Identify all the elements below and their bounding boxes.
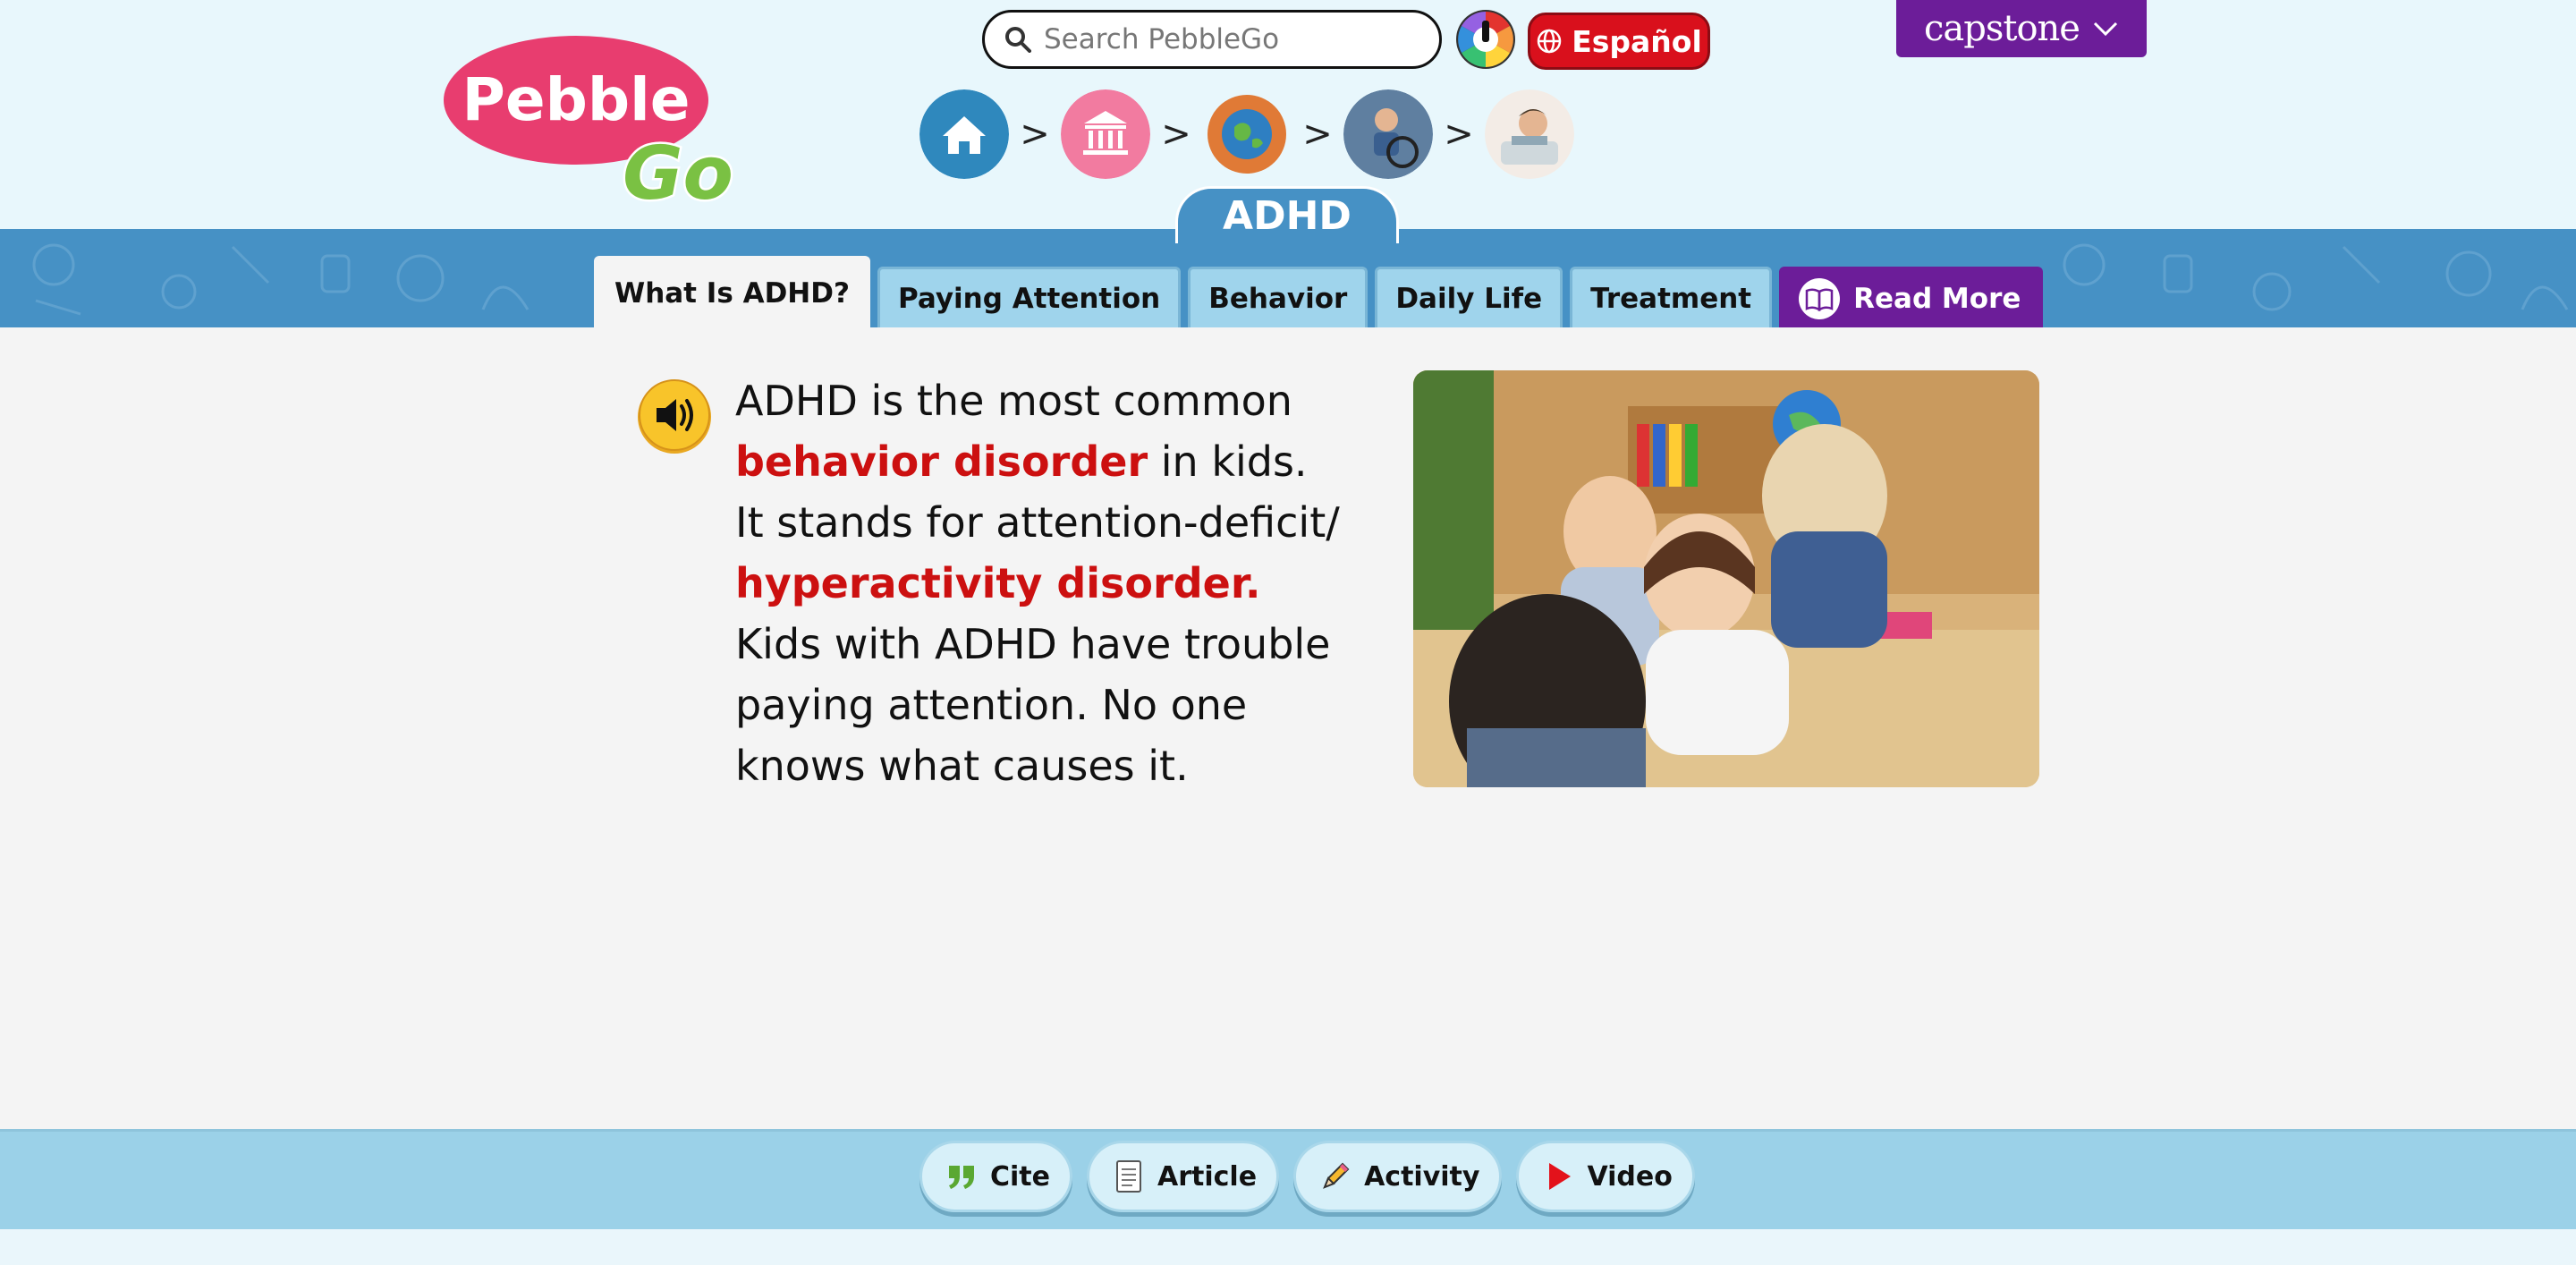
read-more-label: Read More [1853, 282, 2021, 315]
article-line: It stands for attention-deficit/ [735, 498, 1340, 547]
article-line: hyperactivity disorder. [735, 553, 1361, 614]
spinner-wheel-icon[interactable] [1454, 8, 1517, 71]
footer-bottom-strip [0, 1229, 2576, 1265]
breadcrumb-separator: > [1302, 114, 1333, 155]
tab-paying-attention[interactable]: Paying Attention [877, 267, 1182, 327]
cite-label: Cite [990, 1160, 1050, 1193]
video-button[interactable]: Video [1516, 1141, 1695, 1212]
footer-buttons: Cite Article Activity Video [919, 1141, 1695, 1212]
article-button[interactable]: Article [1087, 1141, 1280, 1212]
breadcrumb-world[interactable] [1202, 89, 1292, 179]
search-bar[interactable] [982, 10, 1442, 69]
cite-button[interactable]: Cite [919, 1141, 1072, 1212]
home-icon [919, 89, 1009, 179]
article-photo[interactable] [1413, 370, 2039, 787]
search-icon [1005, 27, 1031, 53]
globe-icon [1537, 29, 1562, 54]
social-studies-icon [1061, 89, 1150, 179]
breadcrumb: > > > > [919, 89, 1574, 179]
glossary-term-behavior-disorder[interactable]: behavior disorder [735, 437, 1148, 486]
activity-button[interactable]: Activity [1293, 1141, 1503, 1212]
glossary-term-hyperactivity-disorder[interactable]: hyperactivity disorder. [735, 559, 1260, 607]
page-title: ADHD [1175, 186, 1399, 243]
tab-behavior[interactable]: Behavior [1188, 267, 1368, 327]
spanish-language-button[interactable]: Español [1528, 13, 1710, 70]
article-line: Kids with ADHD have trouble [735, 620, 1331, 668]
adhd-topic-icon [1485, 89, 1574, 179]
breadcrumb-separator: > [1020, 114, 1050, 155]
breadcrumb-people[interactable] [1343, 89, 1433, 179]
article-line: ADHD is the most common [735, 377, 1292, 425]
breadcrumb-social-studies[interactable] [1061, 89, 1150, 179]
pebblego-logo[interactable]: Pebble Go [444, 32, 748, 211]
video-label: Video [1587, 1160, 1673, 1193]
activity-label: Activity [1364, 1160, 1480, 1193]
document-icon [1116, 1160, 1141, 1193]
article-line: behavior disorder in kids. [735, 431, 1361, 492]
search-input[interactable] [1044, 23, 1419, 55]
tab-what-is-adhd[interactable]: What Is ADHD? [594, 256, 870, 327]
article-line: paying attention. No one [735, 681, 1248, 729]
tab-daily-life[interactable]: Daily Life [1375, 267, 1563, 327]
breadcrumb-home[interactable] [919, 89, 1009, 179]
language-label: Español [1572, 23, 1702, 59]
capstone-label: capstone [1924, 8, 2080, 49]
breadcrumb-separator: > [1444, 114, 1474, 155]
topic-tabs: What Is ADHD? Paying Attention Behavior … [594, 256, 2050, 327]
svg-text:Go: Go [623, 132, 733, 211]
classroom-photo [1413, 370, 2039, 787]
capstone-menu-button[interactable]: capstone [1896, 0, 2147, 57]
pencil-icon [1323, 1162, 1350, 1189]
article-text: ADHD is the most common behavior disorde… [735, 370, 1361, 796]
article-label: Article [1157, 1160, 1258, 1193]
chevron-down-icon [2093, 21, 2118, 37]
speaker-icon[interactable] [635, 376, 714, 456]
book-icon [1799, 277, 1841, 319]
tab-treatment[interactable]: Treatment [1570, 267, 1773, 327]
breadcrumb-adhd[interactable] [1485, 89, 1574, 179]
article-text-segment: in kids. [1148, 437, 1308, 486]
svg-text:Pebble: Pebble [462, 65, 690, 134]
quote-icon [949, 1166, 974, 1189]
tab-read-more[interactable]: Read More [1779, 267, 2044, 327]
article-line: knows what causes it. [735, 742, 1189, 790]
world-icon [1202, 89, 1292, 179]
people-icon [1343, 89, 1433, 179]
breadcrumb-separator: > [1161, 114, 1191, 155]
play-icon [1549, 1163, 1572, 1190]
